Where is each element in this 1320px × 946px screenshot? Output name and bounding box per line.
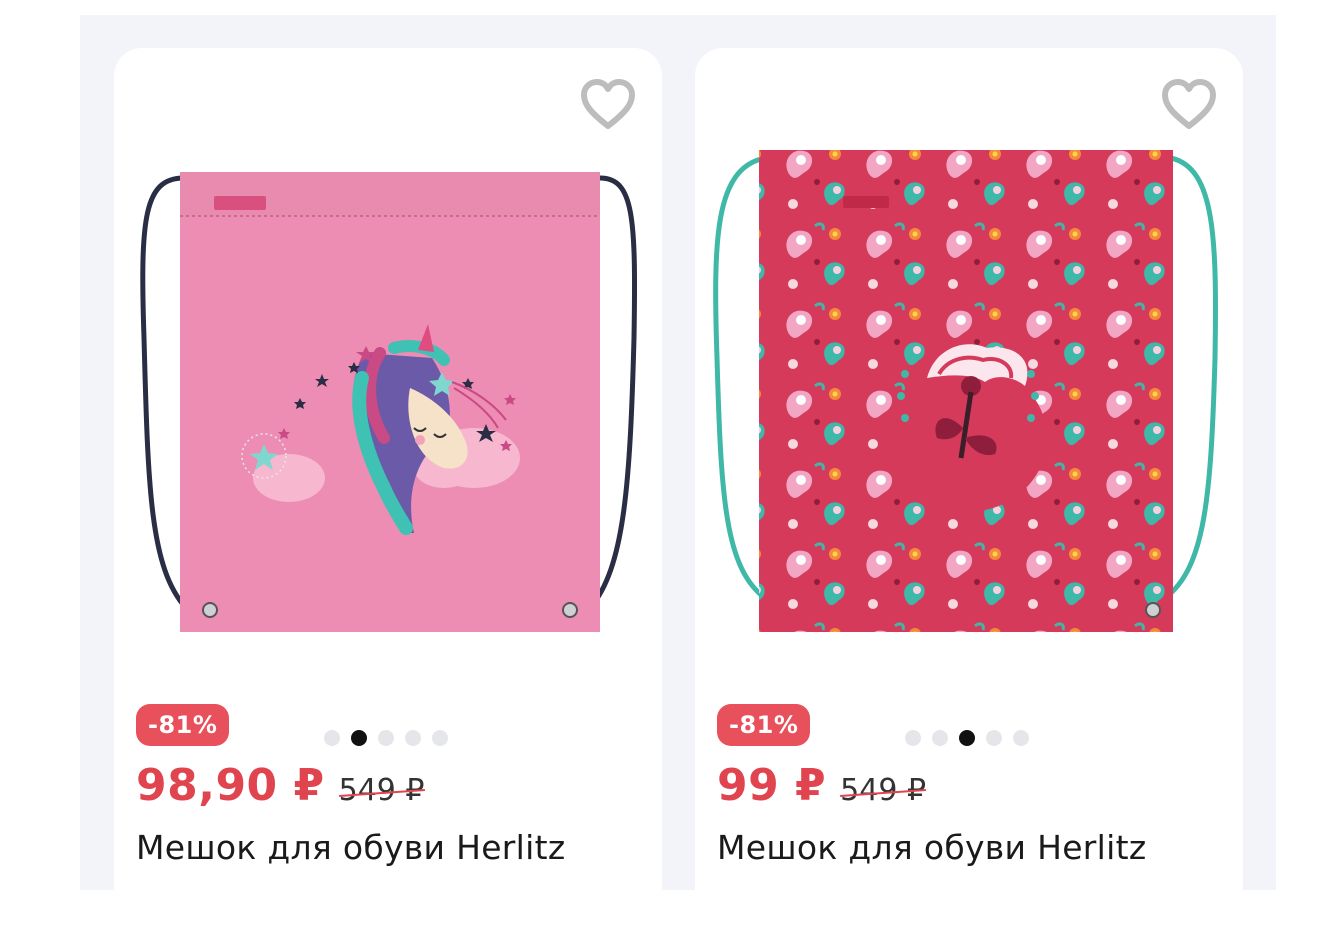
pagination-dot[interactable]	[405, 730, 421, 746]
image-pagination-dots[interactable]	[324, 730, 448, 746]
pink-unicorn-bag-image[interactable]	[114, 138, 662, 698]
price-row: 98,90 ₽ 549 ₽	[136, 760, 425, 811]
product-title[interactable]: Мешок для обуви Herlitz	[717, 828, 1146, 867]
pagination-dot-active[interactable]	[959, 730, 975, 746]
pagination-dot[interactable]	[905, 730, 921, 746]
pagination-dot[interactable]	[378, 730, 394, 746]
current-price: 99 ₽	[717, 760, 827, 811]
product-card[interactable]: -81% 98,90 ₽ 549 ₽ Мешок для обуви Herli…	[114, 48, 662, 890]
product-title[interactable]: Мешок для обуви Herlitz	[136, 828, 565, 867]
price-row: 99 ₽ 549 ₽	[717, 760, 926, 811]
red-paisley-bag-image[interactable]	[695, 138, 1243, 698]
pagination-dot[interactable]	[986, 730, 1002, 746]
product-card[interactable]: -81% 99 ₽ 549 ₽ Мешок для обуви Herlitz	[695, 48, 1243, 890]
current-price: 98,90 ₽	[136, 760, 325, 811]
pagination-dot[interactable]	[432, 730, 448, 746]
pagination-dot-active[interactable]	[351, 730, 367, 746]
heart-icon[interactable]	[1161, 78, 1217, 130]
discount-badge: -81%	[717, 704, 811, 746]
heart-icon[interactable]	[580, 78, 636, 130]
old-price: 549 ₽	[840, 773, 927, 808]
pagination-dot[interactable]	[324, 730, 340, 746]
discount-badge: -81%	[136, 704, 230, 746]
old-price: 549 ₽	[338, 773, 425, 808]
pagination-dot[interactable]	[932, 730, 948, 746]
pagination-dot[interactable]	[1013, 730, 1029, 746]
image-pagination-dots[interactable]	[905, 730, 1029, 746]
